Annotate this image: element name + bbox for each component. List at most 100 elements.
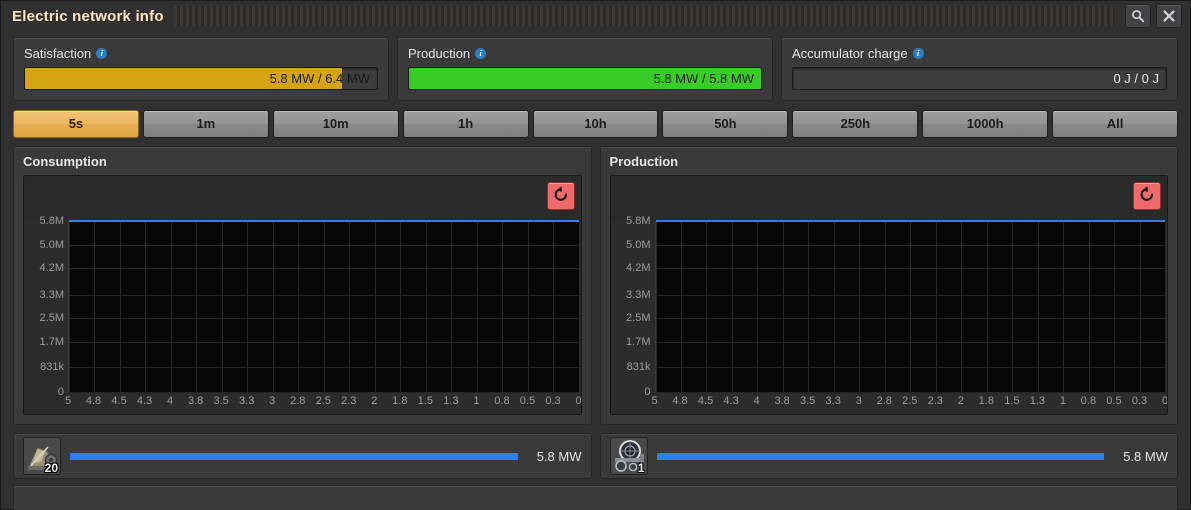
x-axis: 5 4.8 4.5 4.3 4 3.8 3.5 3.3 3 2.8 2.5 2.3 2 1.8 1.5 1.3… bbox=[651, 392, 1168, 414]
electric-mining-drill-icon[interactable]: 20 bbox=[23, 437, 61, 475]
grid-line-vertical bbox=[706, 221, 708, 392]
tab-label: 250h bbox=[840, 116, 871, 131]
x-axis-tick: 3.8 bbox=[187, 395, 204, 407]
tab-label: 10h bbox=[584, 116, 607, 131]
charts-row: Consumption 0 831k 1.7M 2.5M 3.3M 4.2M 5.0M 5.8M… bbox=[1, 146, 1190, 425]
close-button[interactable] bbox=[1156, 4, 1182, 28]
satisfaction-label-row: Satisfaction i bbox=[24, 46, 378, 61]
grid-line-vertical bbox=[1088, 221, 1090, 392]
reset-arrow-icon bbox=[1138, 185, 1156, 208]
chart-header-band bbox=[24, 176, 581, 221]
accumulator-progress-bar: 0 J / 0 J bbox=[792, 67, 1167, 90]
x-axis-tick: 0 bbox=[1161, 395, 1168, 407]
close-icon bbox=[1162, 9, 1176, 23]
grid-line-vertical bbox=[859, 221, 861, 392]
window-drag-handle[interactable] bbox=[173, 6, 1115, 26]
production-card: Production i 5.8 MW / 5.8 MW bbox=[397, 37, 773, 101]
time-range-tab-250h[interactable]: 250h bbox=[792, 110, 919, 138]
x-axis-tick: 2 bbox=[371, 395, 378, 407]
y-axis-tick: 0 bbox=[57, 386, 64, 398]
grid-line-vertical bbox=[69, 221, 70, 392]
chart-box: 0 831k 1.7M 2.5M 3.3M 4.2M 5.0M 5.8M 5 4.8 4.5 4.3 4… bbox=[23, 175, 582, 415]
tab-label: 1m bbox=[196, 116, 216, 131]
accumulator-card: Accumulator charge i 0 J / 0 J bbox=[781, 37, 1178, 101]
satisfaction-value: 5.8 MW / 6.4 MW bbox=[269, 71, 370, 86]
production-legend-item[interactable]: 1 5.8 MW bbox=[599, 433, 1178, 479]
grid-line-vertical bbox=[1139, 221, 1141, 392]
plot-area: 0 831k 1.7M 2.5M 3.3M 4.2M 5.0M 5.8M 5 4.8 4.5 4.3 4… bbox=[611, 215, 1168, 414]
y-axis-tick: 5.0M bbox=[626, 238, 651, 251]
grid-line-vertical bbox=[808, 221, 810, 392]
reset-arrow-icon bbox=[552, 185, 570, 208]
time-range-tab-1h[interactable]: 1h bbox=[402, 110, 529, 138]
y-axis-tick: 2.5M bbox=[39, 312, 64, 325]
x-axis-tick: 3.5 bbox=[799, 395, 816, 407]
time-range-tab-10h[interactable]: 10h bbox=[532, 110, 659, 138]
x-axis-tick: 2.3 bbox=[927, 395, 943, 407]
x-axis-tick: 3.3 bbox=[825, 395, 841, 407]
y-axis-tick: 5.0M bbox=[39, 238, 64, 251]
x-axis-tick: 2.8 bbox=[290, 395, 306, 407]
x-axis-tick: 0.8 bbox=[1080, 395, 1097, 407]
time-range-tab-50h[interactable]: 50h bbox=[662, 110, 789, 138]
time-range-tab-1m[interactable]: 1m bbox=[142, 110, 269, 138]
x-axis-tick: 5 bbox=[651, 395, 658, 407]
x-axis-tick: 1 bbox=[473, 395, 480, 407]
grid-line-vertical bbox=[502, 221, 504, 392]
chart-reset-button[interactable] bbox=[1133, 182, 1161, 210]
plot-area: 0 831k 1.7M 2.5M 3.3M 4.2M 5.0M 5.8M 5 4.8 4.5 4.3 4… bbox=[24, 215, 581, 414]
grid-line-vertical bbox=[119, 221, 121, 392]
y-axis-tick: 1.7M bbox=[626, 335, 651, 348]
steam-engine-icon[interactable]: 1 bbox=[609, 437, 648, 475]
consumption-legend-item[interactable]: 20 5.8 MW bbox=[13, 433, 592, 479]
x-axis-tick: 3.5 bbox=[213, 395, 229, 407]
summary-row: Satisfaction i 5.8 MW / 6.4 MW Productio… bbox=[1, 37, 1190, 101]
grid-line-vertical bbox=[757, 221, 759, 392]
x-axis-tick: 4.5 bbox=[111, 395, 127, 407]
grid-line-vertical bbox=[349, 221, 351, 392]
grid-line-vertical bbox=[986, 221, 988, 392]
time-range-tab-5s[interactable]: 5s bbox=[13, 110, 139, 138]
series-line bbox=[655, 220, 1165, 222]
grid-line-vertical bbox=[1165, 221, 1166, 392]
grid-line-vertical bbox=[272, 221, 274, 392]
legend-row: 20 5.8 MW 1 5.8 MW bbox=[1, 433, 1190, 479]
x-axis-tick: 5 bbox=[64, 395, 72, 407]
x-axis-tick: 0.8 bbox=[494, 395, 510, 407]
info-icon[interactable]: i bbox=[96, 48, 108, 59]
search-icon bbox=[1131, 9, 1145, 23]
item-count: 1 bbox=[637, 461, 645, 475]
satisfaction-progress-bar: 5.8 MW / 6.4 MW bbox=[24, 67, 378, 90]
info-icon[interactable]: i bbox=[912, 48, 924, 59]
item-count: 20 bbox=[44, 461, 58, 475]
y-axis-tick: 4.2M bbox=[39, 262, 64, 275]
x-axis-tick: 4.5 bbox=[697, 395, 714, 407]
grid-line-vertical bbox=[476, 221, 478, 392]
time-range-tab-1000h[interactable]: 1000h bbox=[922, 110, 1049, 138]
tab-label: All bbox=[1106, 116, 1124, 131]
production-bar bbox=[656, 452, 1105, 460]
chart-reset-button[interactable] bbox=[546, 182, 575, 210]
grid-line-vertical bbox=[961, 221, 963, 392]
x-axis-tick: 4.8 bbox=[85, 395, 102, 407]
x-axis-tick: 1.3 bbox=[1029, 395, 1046, 407]
bottom-partial-panel bbox=[13, 485, 1178, 510]
x-axis-tick: 3 bbox=[855, 395, 862, 407]
time-range-tabs: 5s 1m 10m 1h 10h 50h 250h 1000h All bbox=[1, 110, 1190, 138]
search-button[interactable] bbox=[1125, 4, 1151, 28]
tab-label: 1h bbox=[458, 116, 474, 131]
x-axis-tick: 1.3 bbox=[443, 395, 459, 407]
x-axis: 5 4.8 4.5 4.3 4 3.8 3.5 3.3 3 2.8 2.5 2.3 2 1.8 1.5 1.3… bbox=[64, 392, 581, 414]
y-axis-tick: 5.8M bbox=[626, 215, 651, 227]
tab-label: 10m bbox=[322, 116, 349, 131]
grid-line-vertical bbox=[655, 221, 657, 392]
window-titlebar: Electric network info bbox=[1, 1, 1190, 31]
grid-line-vertical bbox=[170, 221, 172, 392]
time-range-tab-all[interactable]: All bbox=[1052, 110, 1179, 138]
grid-line-vertical bbox=[680, 221, 682, 392]
consumption-bar bbox=[70, 452, 518, 460]
time-range-tab-10m[interactable]: 10m bbox=[272, 110, 399, 138]
grid-line-vertical bbox=[374, 221, 376, 392]
grid-line-vertical bbox=[1063, 221, 1065, 392]
info-icon[interactable]: i bbox=[475, 48, 487, 59]
